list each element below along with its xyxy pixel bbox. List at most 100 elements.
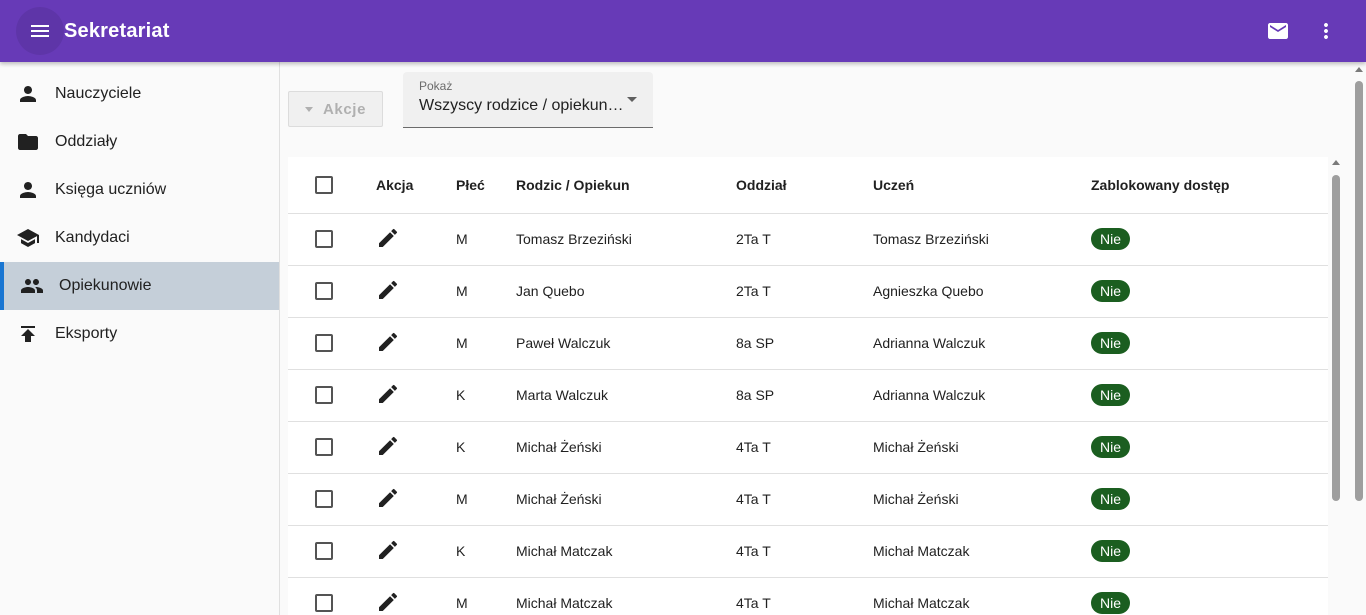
guardians-table: Akcja Płeć Rodzic / Opiekun Oddział Ucze…	[288, 157, 1328, 615]
row-checkbox[interactable]	[315, 334, 333, 352]
table-row[interactable]: M Jan Quebo 2Ta T Agnieszka Quebo Nie	[288, 265, 1328, 318]
status-badge: Nie	[1091, 384, 1131, 406]
row-checkbox[interactable]	[315, 230, 333, 248]
table-row[interactable]: K Michał Matczak 4Ta T Michał Matczak Nie	[288, 525, 1328, 578]
table-row[interactable]: K Michał Żeński 4Ta T Michał Żeński Nie	[288, 421, 1328, 474]
sidebar-item-kandydaci[interactable]: Kandydaci	[0, 214, 279, 262]
cell-sex: M	[456, 213, 516, 266]
cell-class: 4Ta T	[736, 473, 873, 526]
cell-parent: Michał Matczak	[516, 577, 736, 615]
row-checkbox[interactable]	[315, 490, 333, 508]
cell-class: 4Ta T	[736, 577, 873, 615]
sidebar-item-oddzialy[interactable]: Oddziały	[0, 118, 279, 166]
cell-parent: Michał Żeński	[516, 421, 736, 474]
column-header-rodzic[interactable]: Rodzic / Opiekun	[516, 157, 736, 214]
table-header-row: Akcja Płeć Rodzic / Opiekun Oddział Ucze…	[288, 157, 1328, 214]
cell-parent: Tomasz Brzeziński	[516, 213, 736, 266]
table-row[interactable]: M Tomasz Brzeziński 2Ta T Tomasz Brzeziński…	[288, 213, 1328, 266]
status-badge: Nie	[1091, 540, 1131, 562]
person-icon	[16, 178, 40, 202]
more-vert-icon	[1324, 23, 1328, 39]
sidebar-item-label: Oddziały	[55, 133, 118, 150]
row-checkbox[interactable]	[315, 542, 333, 560]
column-header-oddzial[interactable]: Oddział	[736, 157, 873, 214]
cell-parent: Michał Żeński	[516, 473, 736, 526]
edit-icon[interactable]	[376, 590, 400, 615]
cell-student: Tomasz Brzeziński	[873, 213, 1091, 266]
sidebar-item-nauczyciele[interactable]: Nauczyciele	[0, 70, 279, 118]
main-content: Akcje Pokaż Wszyscy rodzice / opiekunowi…	[280, 62, 1366, 615]
edit-icon[interactable]	[376, 538, 400, 565]
upload-icon	[16, 322, 40, 346]
cell-sex: K	[456, 369, 516, 422]
status-badge: Nie	[1091, 332, 1131, 354]
cell-class: 2Ta T	[736, 265, 873, 318]
dropdown-arrow-icon	[304, 106, 313, 112]
school-icon	[16, 226, 40, 250]
edit-icon[interactable]	[376, 434, 400, 461]
actions-button-label: Akcje	[322, 100, 367, 118]
column-header-akcja[interactable]: Akcja	[360, 157, 456, 214]
page-scroll-thumb[interactable]	[1355, 81, 1363, 501]
cell-sex: K	[456, 421, 516, 474]
column-header-zablokowany[interactable]: Zablokowany dostęp	[1091, 157, 1328, 214]
select-all-checkbox[interactable]	[315, 175, 333, 194]
page-scrollbar[interactable]	[1352, 62, 1366, 615]
cell-student: Adrianna Walczuk	[873, 369, 1091, 422]
table-scrollbar[interactable]	[1330, 159, 1342, 615]
edit-icon[interactable]	[376, 486, 400, 513]
show-filter-label: Pokaż	[419, 79, 453, 93]
person-icon	[16, 82, 40, 106]
sidebar-item-label: Nauczyciele	[55, 85, 142, 102]
app-title: Sekretariat	[64, 19, 170, 42]
row-checkbox[interactable]	[315, 438, 333, 456]
chevron-down-icon	[627, 97, 637, 102]
people-icon	[20, 274, 44, 298]
actions-button[interactable]: Akcje	[288, 91, 383, 127]
edit-icon[interactable]	[376, 226, 400, 253]
table-scroll-thumb[interactable]	[1332, 175, 1340, 501]
sidebar-item-label: Opiekunowie	[59, 277, 152, 294]
sidebar-item-opiekunowie[interactable]: Opiekunowie	[0, 262, 279, 310]
cell-class: 2Ta T	[736, 213, 873, 266]
show-filter-value: Wszyscy rodzice / opiekunowie	[419, 97, 627, 114]
sidebar-item-eksporty[interactable]: Eksporty	[0, 310, 279, 358]
menu-button[interactable]	[16, 7, 64, 55]
cell-parent: Marta Walczuk	[516, 369, 736, 422]
column-header-uczen[interactable]: Uczeń	[873, 157, 1091, 214]
cell-class: 4Ta T	[736, 421, 873, 474]
mail-icon	[1268, 23, 1288, 39]
scroll-up-arrow-icon[interactable]	[1332, 160, 1340, 165]
status-badge: Nie	[1091, 488, 1131, 510]
table-row[interactable]: M Paweł Walczuk 8a SP Adrianna Walczuk Nie	[288, 317, 1328, 370]
cell-parent: Michał Matczak	[516, 525, 736, 578]
cell-parent: Paweł Walczuk	[516, 317, 736, 370]
cell-sex: M	[456, 317, 516, 370]
sidebar-item-ksiega-uczniow[interactable]: Księga uczniów	[0, 166, 279, 214]
cell-class: 4Ta T	[736, 525, 873, 578]
table-row[interactable]: M Michał Matczak 4Ta T Michał Matczak Nie	[288, 577, 1328, 615]
cell-student: Michał Matczak	[873, 577, 1091, 615]
table-row[interactable]: M Michał Żeński 4Ta T Michał Żeński Nie	[288, 473, 1328, 526]
cell-student: Michał Matczak	[873, 525, 1091, 578]
cell-parent: Jan Quebo	[516, 265, 736, 318]
app-bar: Sekretariat	[0, 0, 1366, 62]
cell-sex: M	[456, 577, 516, 615]
row-checkbox[interactable]	[315, 386, 333, 404]
edit-icon[interactable]	[376, 330, 400, 357]
edit-icon[interactable]	[376, 278, 400, 305]
status-badge: Nie	[1091, 436, 1131, 458]
mail-button[interactable]	[1254, 7, 1302, 55]
cell-student: Adrianna Walczuk	[873, 317, 1091, 370]
edit-icon[interactable]	[376, 382, 400, 409]
status-badge: Nie	[1091, 592, 1131, 614]
sidebar: Nauczyciele Oddziały Księga uczniów Kand…	[0, 62, 280, 615]
column-header-plec[interactable]: Płeć	[456, 157, 516, 214]
row-checkbox[interactable]	[315, 594, 333, 612]
show-filter-select[interactable]: Pokaż Wszyscy rodzice / opiekunowie	[403, 72, 653, 128]
row-checkbox[interactable]	[315, 282, 333, 300]
table-row[interactable]: K Marta Walczuk 8a SP Adrianna Walczuk Nie	[288, 369, 1328, 422]
toolbar: Akcje Pokaż Wszyscy rodzice / opiekunowi…	[288, 72, 653, 128]
scroll-up-arrow-icon[interactable]	[1355, 67, 1363, 72]
more-options-button[interactable]	[1302, 7, 1350, 55]
